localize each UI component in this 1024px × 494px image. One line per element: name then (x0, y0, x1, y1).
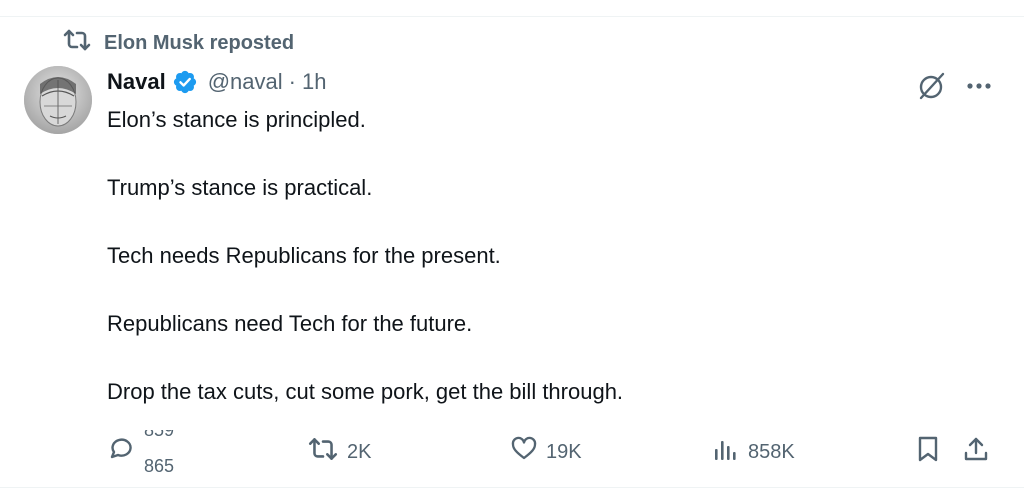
repost-context[interactable]: Elon Musk reposted (62, 28, 295, 58)
tweet-line-4: Republicans need Tech for the future. (107, 311, 473, 336)
tweet-text: Elon’s stance is principled. Trump’s sta… (107, 103, 987, 409)
like-count: 19K (546, 440, 582, 463)
top-divider (0, 16, 1024, 17)
repost-count: 2K (347, 440, 372, 463)
reply-count-old: 859 (144, 430, 175, 440)
views-button[interactable]: 858K (712, 430, 795, 474)
reply-icon (106, 435, 134, 469)
share-button[interactable] (962, 430, 990, 474)
action-bar: 859 865 2K 19K 858K (0, 430, 1024, 474)
bookmark-icon (914, 435, 942, 469)
repost-icon (62, 28, 92, 58)
repost-button[interactable]: 2K (307, 430, 371, 474)
reply-button[interactable]: 859 865 (106, 430, 202, 474)
author-handle[interactable]: @naval (208, 69, 283, 95)
grok-icon[interactable] (916, 70, 948, 102)
bottom-divider (0, 487, 1024, 488)
tweet-line-3: Tech needs Republicans for the present. (107, 243, 501, 268)
view-count: 858K (748, 440, 795, 463)
separator-dot: · (288, 69, 296, 94)
views-icon (712, 435, 740, 469)
tweet-line-1: Elon’s stance is principled. (107, 107, 366, 132)
author-name[interactable]: Naval (107, 69, 166, 95)
share-icon (962, 435, 990, 469)
more-icon[interactable] (962, 74, 996, 98)
tweet-line-5: Drop the tax cuts, cut some pork, get th… (107, 379, 624, 404)
timestamp[interactable]: 1h (302, 69, 326, 95)
tweet-line-2: Trump’s stance is practical. (107, 175, 373, 200)
bookmark-button[interactable] (914, 430, 942, 474)
avatar[interactable] (24, 66, 92, 134)
repost-icon (307, 436, 339, 468)
repost-label: Elon Musk reposted (104, 31, 295, 54)
reply-count-new: 865 (144, 456, 175, 474)
reply-count: 859 865 (142, 430, 202, 474)
like-icon (510, 435, 538, 469)
verified-badge-icon (172, 69, 198, 95)
like-button[interactable]: 19K (510, 430, 582, 474)
tweet-header: Naval @naval · 1h (107, 66, 326, 98)
